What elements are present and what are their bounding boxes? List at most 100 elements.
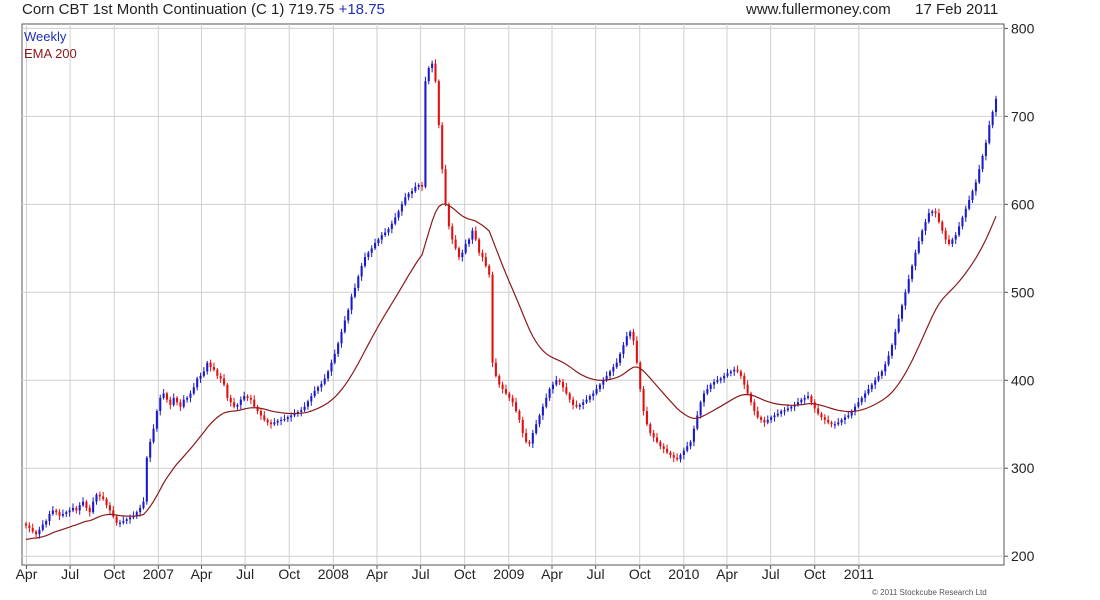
candle-body [115,516,118,523]
candle-body [283,418,286,421]
candle-body [733,369,736,372]
candle-body [390,223,393,229]
candle-body [763,419,766,423]
candle-body [514,402,518,412]
candle-body [31,528,34,532]
candle-body [494,362,497,376]
candle-body [659,441,662,447]
candle-body [582,402,585,405]
candle-body [112,510,115,517]
candle-body [253,399,256,407]
candle-body [692,428,695,442]
price-chart: 200 300 400 500 600 700 800 Apr Jul Oct 2007 Apr Ju… [16,20,1035,582]
candle-body [595,389,598,394]
candle-body [548,389,551,398]
candle-body [994,98,998,112]
candle-body [55,510,58,513]
candle [444,164,447,207]
candle-body [988,125,991,143]
x-tick-label: Jul [412,566,430,582]
candle-body [830,422,833,425]
candle [424,76,427,189]
candle-body [666,448,669,453]
candle-body [189,393,192,398]
candle-body [954,235,957,240]
candle-body [186,397,189,400]
candle-body [216,369,219,376]
candle-body [303,406,306,411]
candle-body [407,193,410,198]
x-tick-label: Jul [236,566,254,582]
candle-body [276,420,279,423]
candle-body [800,399,803,403]
candle-body [155,411,158,429]
candle-body [984,142,987,156]
candle-body [790,406,793,409]
candle-body [827,419,830,423]
candle-body [525,433,528,442]
candle-body [269,422,273,425]
candle-body [746,384,749,394]
candle-body [384,232,387,236]
candle-body [333,353,336,363]
candle-body [639,362,642,390]
candle-body [669,452,672,456]
candle-body [441,125,444,170]
plot-frame [21,23,1005,566]
candle-body [921,230,924,242]
candle-body [927,213,930,222]
candle-body [837,422,840,425]
candle-body [706,389,709,394]
candle-body [776,413,779,416]
x-tick-label: Jul [61,566,79,582]
candle-body [129,517,132,520]
candle-body [716,380,719,383]
candle-body [400,204,403,212]
candle-body [870,384,873,390]
candle-body [367,252,370,258]
candle-body [380,235,383,240]
candle [642,385,645,416]
candle-body [686,446,689,451]
candle-body [92,501,95,513]
legend-ema: EMA 200 [24,46,77,61]
candle-body [464,243,467,253]
candle-body [766,419,769,423]
candle-body [602,380,605,385]
x-tick-label: Oct [278,566,300,582]
candle-body [585,399,588,403]
candle-body [427,67,430,82]
candle-body [75,507,78,511]
candle-body [353,287,356,297]
candle-body [377,239,380,244]
candle-body [51,510,54,514]
x-tick-label: Oct [804,566,826,582]
candle-body [713,382,716,385]
candle-body [431,63,434,68]
candle-body [394,217,397,224]
candle-body [461,252,464,258]
candle-body [488,265,491,275]
candle-body [162,393,165,398]
candle-body [226,384,229,398]
candle-body [649,424,652,434]
candle-body [404,197,407,205]
candle-body [867,389,870,394]
candle-body [323,378,326,384]
website-link[interactable]: www.fullermoney.com [746,1,891,18]
y-tick-label: 700 [1011,108,1035,124]
candle-body [568,393,571,400]
candle-body [890,345,893,356]
candle-body [35,531,38,535]
candle-body [917,241,920,253]
candle-body [414,186,417,192]
candle-body [884,364,887,372]
candle-body [108,505,111,511]
x-tick-label: 2009 [493,566,524,582]
candle-body [682,450,685,456]
candle-body [911,265,914,280]
candle-body [642,389,645,412]
candle-body [833,424,836,426]
candle-body [357,276,360,288]
candle-body [551,384,554,390]
